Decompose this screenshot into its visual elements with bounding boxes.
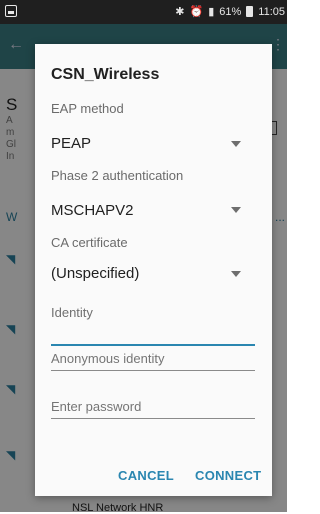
anonymous-identity-field[interactable]	[51, 347, 255, 371]
anonymous-identity-input[interactable]	[51, 347, 251, 369]
phase2-label: Phase 2 authentication	[51, 168, 184, 183]
battery-percent: 61%	[219, 5, 242, 18]
phase2-select[interactable]: MSCHAPV2	[51, 202, 134, 219]
wifi-connect-dialog: CSN_Wireless EAP method PEAP Phase 2 aut…	[35, 44, 272, 496]
eap-method-label: EAP method	[51, 101, 124, 116]
identity-field[interactable]	[51, 322, 255, 346]
anonymous-identity-underline	[51, 370, 255, 371]
alarm-icon: ⏰	[189, 6, 204, 18]
gallery-notification-icon	[5, 5, 17, 17]
clock: 11:05	[258, 5, 285, 18]
chevron-down-icon[interactable]	[231, 207, 241, 213]
identity-label: Identity	[51, 305, 93, 320]
battery-icon	[246, 6, 254, 17]
identity-underline	[51, 344, 255, 346]
eap-method-select[interactable]: PEAP	[51, 135, 91, 152]
password-field[interactable]	[51, 395, 255, 419]
ca-certificate-label: CA certificate	[51, 235, 128, 250]
chevron-down-icon[interactable]	[231, 141, 241, 147]
chevron-down-icon[interactable]	[231, 271, 241, 277]
identity-input[interactable]	[51, 322, 251, 344]
ca-certificate-select[interactable]: (Unspecified)	[51, 265, 139, 282]
password-input[interactable]	[51, 395, 251, 417]
signal-icon: ▮	[208, 6, 215, 18]
cancel-button[interactable]: CANCEL	[118, 468, 174, 483]
bluetooth-icon: ✱	[175, 6, 185, 18]
status-bar: ✱ ⏰ ▮ 61% 11:05	[0, 0, 287, 24]
connect-button[interactable]: CONNECT	[195, 468, 261, 483]
password-underline	[51, 418, 255, 419]
dialog-title: CSN_Wireless	[51, 66, 160, 83]
